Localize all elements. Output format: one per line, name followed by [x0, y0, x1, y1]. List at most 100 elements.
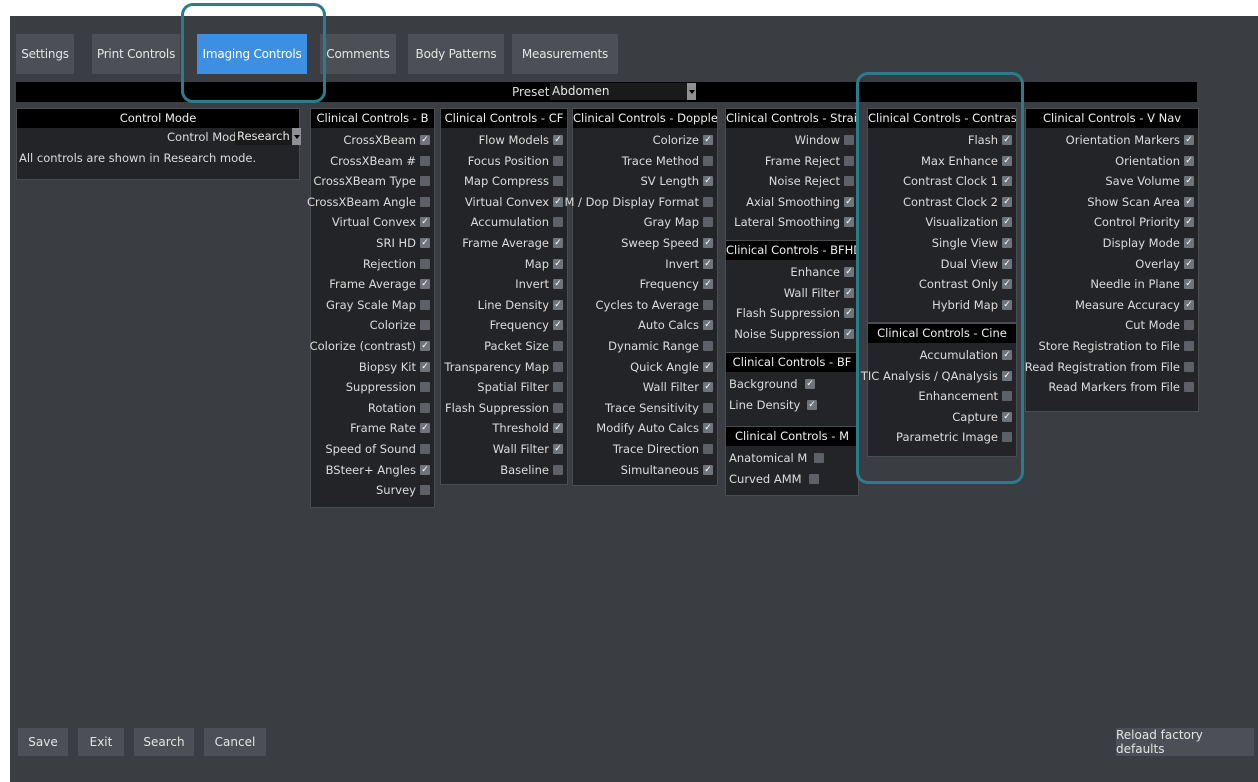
- control-row[interactable]: Orientation Markers ✓: [1026, 130, 1198, 150]
- control-row[interactable]: Show Scan Area ✓: [1026, 192, 1198, 212]
- control-checkbox[interactable]: ✓: [1184, 258, 1194, 269]
- control-checkbox[interactable]: ✓: [553, 299, 563, 310]
- control-row[interactable]: Noise Suppression ✓: [726, 324, 858, 344]
- control-row[interactable]: Frame Rate ✓: [311, 418, 434, 438]
- control-row[interactable]: CrossXBeam Angle: [307, 192, 434, 212]
- control-checkbox[interactable]: [1002, 391, 1012, 402]
- control-checkbox[interactable]: [703, 196, 713, 207]
- control-row[interactable]: Orientation ✓: [1026, 151, 1198, 171]
- control-row[interactable]: Rejection: [311, 254, 434, 274]
- control-row[interactable]: Single View ✓: [868, 233, 1016, 253]
- control-row[interactable]: Virtual Convex ✓: [441, 192, 567, 212]
- control-checkbox[interactable]: [553, 464, 563, 475]
- control-row[interactable]: Frame Average ✓: [441, 233, 567, 253]
- control-row[interactable]: Modify Auto Calcs ✓: [573, 418, 717, 438]
- control-checkbox[interactable]: ✓: [420, 423, 430, 434]
- control-checkbox[interactable]: ✓: [805, 379, 815, 389]
- control-checkbox[interactable]: [703, 402, 713, 413]
- control-row[interactable]: Flash Suppression ✓: [726, 303, 858, 323]
- control-row[interactable]: Cycles to Average: [573, 295, 717, 315]
- control-checkbox[interactable]: ✓: [703, 320, 713, 331]
- control-checkbox[interactable]: ✓: [844, 308, 854, 319]
- control-checkbox[interactable]: ✓: [1002, 135, 1012, 145]
- preset-select[interactable]: Abdomen: [550, 83, 696, 100]
- control-row[interactable]: Line Density ✓: [441, 295, 567, 315]
- control-checkbox[interactable]: ✓: [420, 464, 430, 475]
- control-row[interactable]: Transparency Map: [441, 357, 567, 377]
- control-checkbox[interactable]: [1184, 341, 1194, 351]
- dropdown-arrow-icon[interactable]: [292, 128, 301, 145]
- control-row[interactable]: Quick Angle ✓: [573, 357, 717, 377]
- control-row[interactable]: Gray Scale Map: [311, 295, 434, 315]
- control-row[interactable]: Frame Average ✓: [311, 274, 434, 294]
- control-checkbox[interactable]: [1184, 361, 1194, 372]
- control-row[interactable]: Axial Smoothing ✓: [726, 192, 858, 212]
- control-row[interactable]: Line Density ✓: [726, 395, 858, 415]
- control-row[interactable]: Suppression: [311, 377, 434, 397]
- control-row[interactable]: Accumulation: [441, 212, 567, 232]
- control-row[interactable]: Simultaneous ✓: [573, 460, 717, 480]
- control-row[interactable]: Speed of Sound: [311, 439, 434, 459]
- control-checkbox[interactable]: ✓: [1002, 155, 1012, 166]
- control-checkbox[interactable]: ✓: [703, 238, 713, 248]
- tab-imaging-controls[interactable]: Imaging Controls: [197, 34, 307, 74]
- control-row[interactable]: Cut Mode: [1026, 315, 1198, 335]
- control-checkbox[interactable]: [553, 155, 563, 166]
- control-row[interactable]: Contrast Only ✓: [868, 274, 1016, 294]
- control-row[interactable]: Virtual Convex ✓: [311, 212, 434, 232]
- control-checkbox[interactable]: ✓: [1184, 135, 1194, 145]
- control-row[interactable]: Colorize: [311, 315, 434, 335]
- tab-body-patterns[interactable]: Body Patterns: [408, 34, 504, 74]
- control-checkbox[interactable]: ✓: [553, 135, 563, 145]
- cancel-button[interactable]: Cancel: [204, 728, 266, 756]
- control-row[interactable]: Enhancement: [868, 386, 1016, 406]
- control-row[interactable]: Baseline: [441, 460, 567, 480]
- control-checkbox[interactable]: [420, 299, 430, 310]
- control-row[interactable]: Anatomical M: [726, 448, 858, 468]
- control-checkbox[interactable]: [553, 402, 563, 413]
- control-checkbox[interactable]: ✓: [1002, 350, 1012, 360]
- control-row[interactable]: Enhance ✓: [726, 262, 858, 282]
- control-checkbox[interactable]: ✓: [844, 328, 854, 339]
- control-checkbox[interactable]: ✓: [844, 217, 854, 228]
- control-row[interactable]: Dual View ✓: [868, 254, 1016, 274]
- tab-measurements[interactable]: Measurements: [512, 34, 618, 74]
- control-row[interactable]: Hybrid Map ✓: [868, 295, 1016, 315]
- dropdown-arrow-icon[interactable]: [687, 83, 696, 100]
- control-checkbox[interactable]: ✓: [553, 238, 563, 248]
- control-checkbox[interactable]: ✓: [703, 382, 713, 393]
- control-row[interactable]: Contrast Clock 1 ✓: [868, 171, 1016, 191]
- control-row[interactable]: Packet Size: [441, 336, 567, 356]
- control-checkbox[interactable]: [553, 382, 563, 393]
- control-row[interactable]: Spatial Filter: [441, 377, 567, 397]
- control-checkbox[interactable]: ✓: [807, 399, 817, 410]
- control-checkbox[interactable]: ✓: [420, 279, 430, 290]
- control-row[interactable]: Wall Filter ✓: [726, 283, 858, 303]
- control-checkbox[interactable]: [844, 176, 854, 187]
- control-row[interactable]: Accumulation ✓: [868, 345, 1016, 365]
- control-row[interactable]: Trace Sensitivity: [573, 398, 717, 418]
- control-checkbox[interactable]: ✓: [553, 320, 563, 331]
- save-button[interactable]: Save: [18, 728, 68, 756]
- control-checkbox[interactable]: [814, 453, 824, 463]
- control-checkbox[interactable]: ✓: [553, 279, 563, 290]
- control-checkbox[interactable]: ✓: [1184, 279, 1194, 290]
- control-checkbox[interactable]: ✓: [703, 361, 713, 372]
- control-row[interactable]: Contrast Clock 2 ✓: [868, 192, 1016, 212]
- control-row[interactable]: M / Dop Display Format: [564, 192, 717, 212]
- control-row[interactable]: Display Mode ✓: [1026, 233, 1198, 253]
- control-checkbox[interactable]: [1002, 432, 1012, 443]
- control-checkbox[interactable]: ✓: [1002, 370, 1012, 381]
- control-row[interactable]: CrossXBeam Type: [311, 171, 434, 191]
- tab-print-controls[interactable]: Print Controls: [92, 34, 180, 74]
- control-checkbox[interactable]: ✓: [1002, 411, 1012, 422]
- control-checkbox[interactable]: [420, 176, 430, 187]
- control-checkbox[interactable]: [1184, 320, 1194, 331]
- control-row[interactable]: Parametric Image: [868, 427, 1016, 447]
- control-checkbox[interactable]: [420, 155, 430, 166]
- control-row[interactable]: Colorize (contrast) ✓: [310, 336, 434, 356]
- control-checkbox[interactable]: ✓: [553, 444, 563, 454]
- control-row[interactable]: Survey: [311, 480, 434, 500]
- control-row[interactable]: Rotation: [311, 398, 434, 418]
- control-row[interactable]: Curved AMM: [726, 469, 858, 489]
